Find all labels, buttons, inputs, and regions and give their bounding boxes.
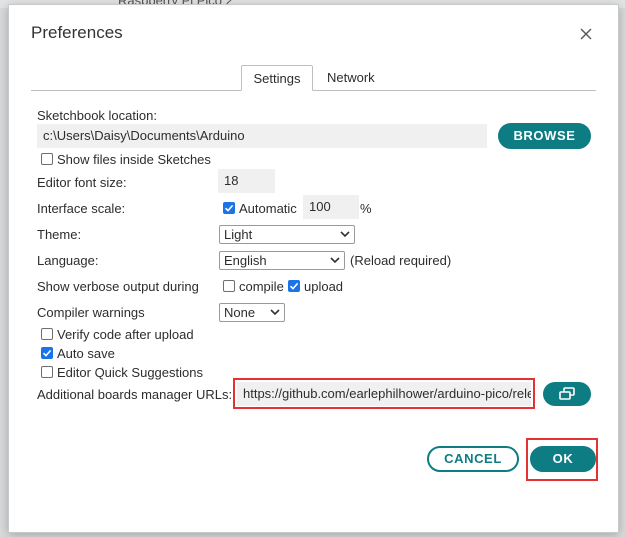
automatic-checkbox[interactable] <box>223 202 235 214</box>
font-size-label: Editor font size: <box>37 175 127 190</box>
quick-suggestions-label: Editor Quick Suggestions <box>57 365 203 380</box>
compile-label: compile <box>239 279 284 294</box>
verbose-label: Show verbose output during <box>37 279 199 294</box>
close-button[interactable] <box>574 22 598 46</box>
sketchbook-label: Sketchbook location: <box>37 108 157 123</box>
verify-checkbox[interactable] <box>41 328 53 340</box>
check-icon <box>42 349 52 357</box>
quick-suggestions-checkbox[interactable] <box>41 366 53 378</box>
language-select[interactable]: English <box>219 251 345 270</box>
sketchbook-path-input[interactable]: c:\Users\Daisy\Documents\Arduino <box>37 124 487 148</box>
tab-divider <box>31 90 596 91</box>
interface-scale-label: Interface scale: <box>37 201 126 216</box>
url-highlight-box <box>233 378 535 409</box>
autosave-checkbox[interactable] <box>41 347 53 359</box>
warnings-value: None <box>224 305 256 320</box>
tab-network[interactable]: Network <box>315 65 387 91</box>
upload-label: upload <box>304 279 344 294</box>
verify-label: Verify code after upload <box>57 327 194 342</box>
dialog-title: Preferences <box>31 23 123 42</box>
chevron-down-icon <box>270 309 280 316</box>
chevron-down-icon <box>330 257 340 264</box>
theme-value: Light <box>224 227 253 242</box>
warnings-label: Compiler warnings <box>37 305 145 320</box>
cancel-button[interactable]: CANCEL <box>427 446 519 472</box>
theme-select[interactable]: Light <box>219 225 355 244</box>
check-icon <box>289 282 299 290</box>
font-size-input[interactable]: 18 <box>218 169 275 193</box>
language-value: English <box>224 253 267 268</box>
window-stack-icon <box>559 387 575 400</box>
reload-note: (Reload required) <box>350 253 452 268</box>
url-editor-button[interactable] <box>543 382 591 406</box>
scale-input[interactable]: 100 <box>303 195 359 219</box>
theme-label: Theme: <box>37 227 82 242</box>
show-files-checkbox[interactable] <box>41 153 53 165</box>
check-icon <box>224 204 234 212</box>
ok-highlight-box <box>526 438 598 481</box>
chevron-down-icon <box>340 231 350 238</box>
browse-button[interactable]: BROWSE <box>498 123 591 149</box>
upload-checkbox[interactable] <box>288 280 300 292</box>
scale-unit: % <box>360 201 372 216</box>
autosave-label: Auto save <box>57 346 115 361</box>
language-label: Language: <box>37 253 99 268</box>
warnings-select[interactable]: None <box>219 303 285 322</box>
boards-url-label: Additional boards manager URLs: <box>37 387 233 402</box>
compile-checkbox[interactable] <box>223 280 235 292</box>
preferences-dialog: Preferences Settings Network Sketchbook … <box>8 4 619 533</box>
close-icon <box>580 28 592 40</box>
automatic-label: Automatic <box>239 201 297 216</box>
tab-settings[interactable]: Settings <box>241 65 313 91</box>
show-files-label: Show files inside Sketches <box>57 152 211 167</box>
